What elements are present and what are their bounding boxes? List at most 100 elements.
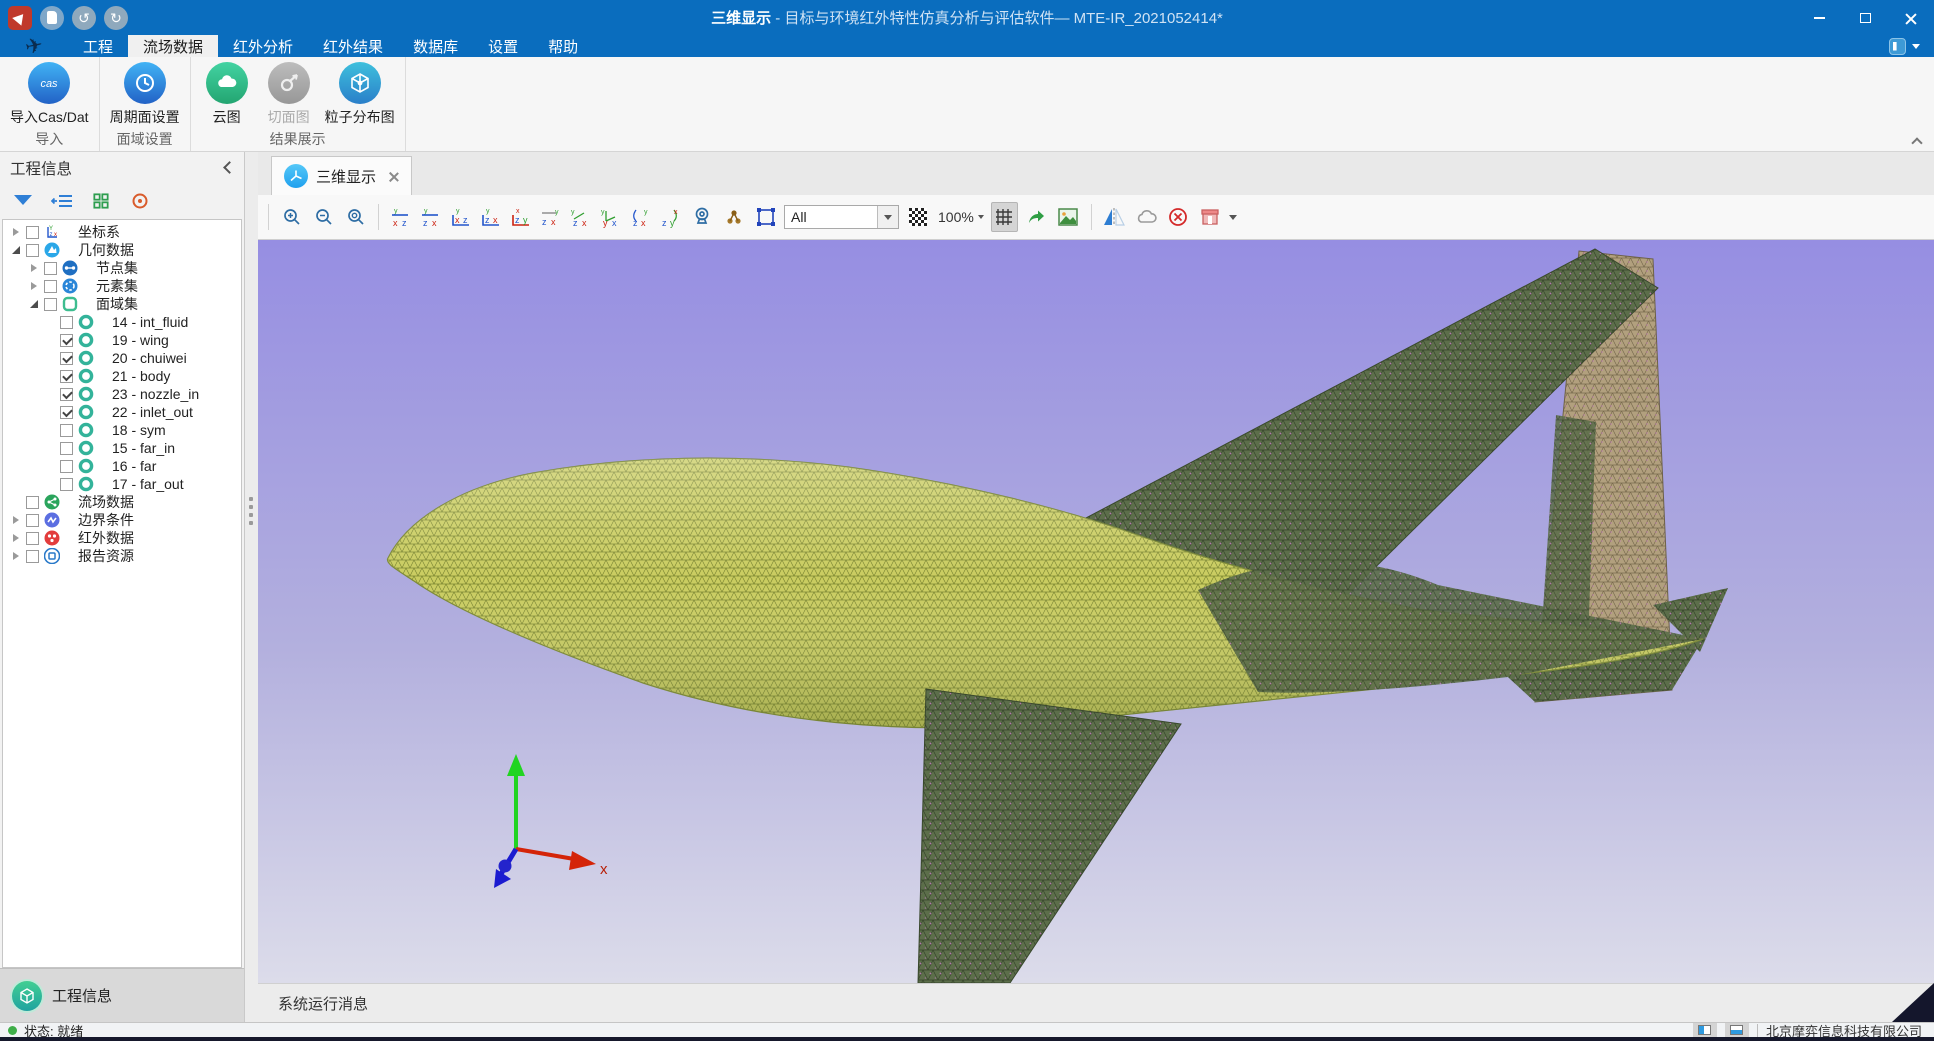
checkbox[interactable] — [60, 460, 73, 473]
tree-item-surface-int-fluid[interactable]: 14 - int_fluid — [3, 313, 241, 331]
particle-distribution-button[interactable]: 粒子分布图 — [325, 62, 395, 128]
redo-button[interactable]: ↻ — [104, 6, 128, 30]
view-iso-3-icon[interactable]: zxy — [628, 202, 653, 232]
tree-item-geometry-data[interactable]: 几何数据 — [3, 241, 241, 259]
tree-item-surface-wing[interactable]: 19 - wing — [3, 331, 241, 349]
toggle-left-panel-button[interactable] — [1693, 1023, 1717, 1038]
tree-item-surface-inlet-out[interactable]: 22 - inlet_out — [3, 403, 241, 421]
clip-box-icon[interactable] — [1197, 202, 1224, 232]
zoom-fit-icon[interactable] — [342, 202, 369, 232]
import-cas-dat-button[interactable]: cas 导入Cas/Dat — [10, 62, 89, 128]
tree-item-element-set[interactable]: 元素集 — [3, 277, 241, 295]
tree-item-surface-far-out[interactable]: 17 - far_out — [3, 475, 241, 493]
panel-collapse-icon[interactable] — [223, 161, 236, 174]
outline-cloud-icon[interactable] — [1133, 202, 1160, 232]
zoom-level-dropdown[interactable]: 100% — [936, 209, 986, 225]
tab-3d-view[interactable]: 三维显示 — [271, 156, 412, 195]
view-zx-icon[interactable]: yzx — [418, 202, 443, 232]
checkbox[interactable] — [60, 334, 73, 347]
menu-item-infrared-analysis[interactable]: 红外分析 — [218, 35, 308, 57]
tree-item-surface-sym[interactable]: 18 - sym — [3, 421, 241, 439]
splitter-handle[interactable] — [249, 497, 253, 525]
menu-item-infrared-results[interactable]: 红外结果 — [308, 35, 398, 57]
tree-item-surface-set[interactable]: 面域集 — [3, 295, 241, 313]
chevron-down-icon[interactable] — [1229, 215, 1237, 220]
close-button[interactable] — [1888, 0, 1934, 35]
expander-icon[interactable] — [9, 516, 22, 524]
tree-item-boundary-condition[interactable]: 边界条件 — [3, 511, 241, 529]
checkbox[interactable] — [60, 478, 73, 491]
tree-item-surface-body[interactable]: 21 - body — [3, 367, 241, 385]
selection-frame-icon[interactable] — [752, 202, 779, 232]
checkbox[interactable] — [26, 532, 39, 545]
menu-item-project[interactable]: 工程 — [68, 35, 128, 57]
checkbox[interactable] — [44, 298, 57, 311]
checkbox[interactable] — [60, 406, 73, 419]
new-document-button[interactable] — [40, 6, 64, 30]
grid-view-icon[interactable] — [88, 189, 114, 213]
tree-item-surface-nozzle-in[interactable]: 23 - nozzle_in — [3, 385, 241, 403]
expander-icon[interactable] — [27, 264, 40, 272]
checkbox[interactable] — [26, 514, 39, 527]
zoom-out-icon[interactable] — [310, 202, 337, 232]
tree-item-surface-far[interactable]: 16 - far — [3, 457, 241, 475]
maximize-button[interactable] — [1842, 0, 1888, 35]
expander-icon[interactable] — [9, 228, 22, 236]
tab-close-icon[interactable] — [388, 171, 399, 182]
minimize-button[interactable] — [1796, 0, 1842, 35]
view-iso-1-icon[interactable]: yzx — [568, 202, 593, 232]
expander-icon[interactable] — [9, 246, 22, 254]
display-filter-input[interactable] — [785, 206, 877, 228]
checkbox[interactable] — [60, 442, 73, 455]
project-info-bottom-button[interactable]: 工程信息 — [0, 968, 244, 1022]
locate-target-icon[interactable] — [127, 189, 153, 213]
panel-splitter[interactable] — [245, 152, 258, 1022]
expander-icon[interactable] — [9, 552, 22, 560]
snapshot-image-icon[interactable] — [1055, 202, 1082, 232]
clear-red-x-icon[interactable] — [1165, 202, 1192, 232]
perspective-camera-icon[interactable] — [688, 202, 715, 232]
checkbox[interactable] — [60, 388, 73, 401]
periodic-surface-button[interactable]: 周期面设置 — [110, 62, 180, 128]
ribbon-collapse-chevron-icon[interactable] — [1912, 136, 1922, 146]
checkbox[interactable] — [26, 496, 39, 509]
view-iso-4-icon[interactable]: zyx — [658, 202, 683, 232]
tree-item-infrared-data[interactable]: 红外数据 — [3, 529, 241, 547]
mesh-grid-toggle[interactable] — [991, 202, 1018, 232]
checkbox[interactable] — [60, 424, 73, 437]
checkbox[interactable] — [60, 370, 73, 383]
zoom-in-icon[interactable] — [278, 202, 305, 232]
tree-item-node-set[interactable]: 节点集 — [3, 259, 241, 277]
expander-icon[interactable] — [9, 534, 22, 542]
menu-item-settings[interactable]: 设置 — [473, 35, 533, 57]
view-zy-icon[interactable]: xzy — [508, 202, 533, 232]
view-zx-frame-icon[interactable]: yzx — [478, 202, 503, 232]
menu-item-help[interactable]: 帮助 — [533, 35, 593, 57]
tree-item-flowfield-data[interactable]: 流场数据 — [3, 493, 241, 511]
filter-icon[interactable] — [10, 189, 36, 213]
combo-dropdown-button[interactable] — [877, 206, 898, 228]
tree-item-surface-chuiwei[interactable]: 20 - chuiwei — [3, 349, 241, 367]
undo-button[interactable]: ↺ — [72, 6, 96, 30]
outline-list-icon[interactable] — [49, 189, 75, 213]
tree-item-surface-far-in[interactable]: 15 - far_in — [3, 439, 241, 457]
checkbox[interactable] — [26, 226, 39, 239]
expander-icon[interactable] — [27, 300, 40, 308]
checkbox[interactable] — [60, 316, 73, 329]
checkbox[interactable] — [26, 550, 39, 563]
quick-panel-icon[interactable] — [1889, 38, 1906, 55]
contour-map-button[interactable]: 云图 — [201, 62, 253, 128]
chevron-down-icon[interactable] — [1912, 44, 1920, 49]
toggle-bottom-panel-button[interactable] — [1725, 1023, 1749, 1038]
menu-item-flowfield-data[interactable]: 流场数据 — [128, 35, 218, 57]
viewport-3d[interactable]: x — [258, 240, 1934, 983]
export-arrow-icon[interactable] — [1023, 202, 1050, 232]
tree-item-coordinate-system[interactable]: Yzx 坐标系 — [3, 223, 241, 241]
pattern-fill-icon[interactable] — [904, 202, 931, 232]
checkbox[interactable] — [26, 244, 39, 257]
view-iso-2-icon[interactable]: yyx — [598, 202, 623, 232]
checkbox[interactable] — [44, 262, 57, 275]
multi-node-icon[interactable] — [720, 202, 747, 232]
menu-item-database[interactable]: 数据库 — [398, 35, 473, 57]
checkbox[interactable] — [44, 280, 57, 293]
